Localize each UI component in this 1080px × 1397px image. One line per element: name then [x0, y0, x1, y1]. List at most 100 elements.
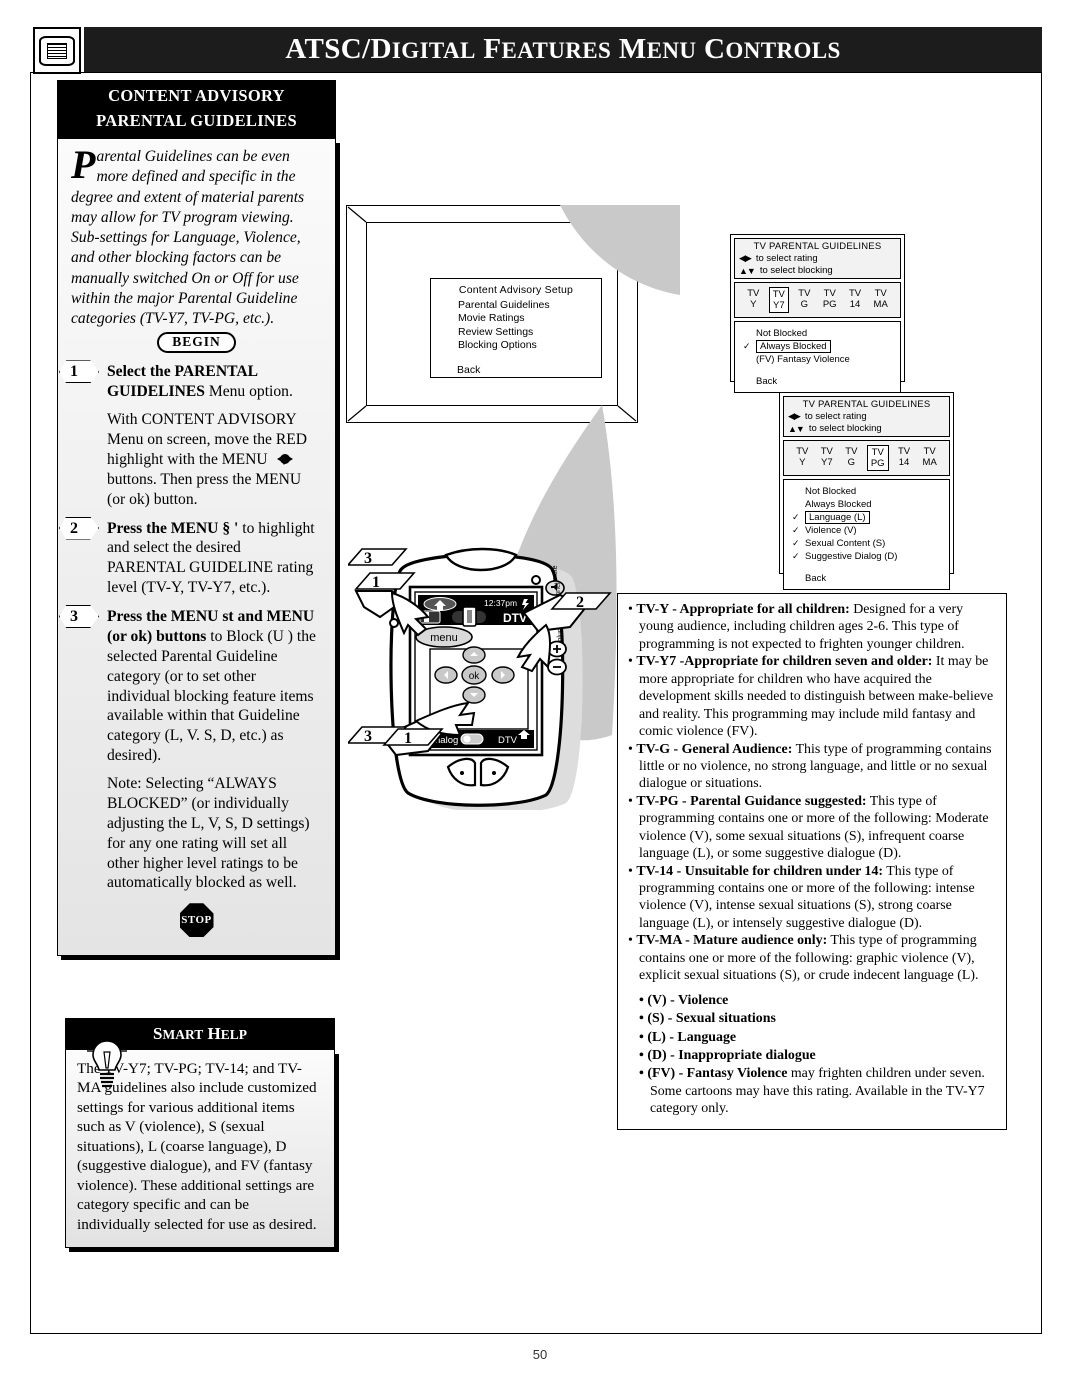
desc-tv-y: • TV-Y - Appropriate for all children: D…	[628, 602, 965, 652]
intro-dropcap: P	[71, 142, 96, 187]
intro-paragraph: Parental Guidelines can be even more def…	[71, 142, 322, 329]
osd-panel-tv-guidelines-1: TV PARENTAL GUIDELINES ◀▶ to select rati…	[730, 234, 905, 393]
panelB-rating-row: TV Y TV Y7 TV G TV PG TV 14 TV MA	[783, 440, 950, 476]
option-language[interactable]: ✓ Language (L)	[792, 511, 941, 524]
panelA-hint-rating: ◀▶ to select rating	[739, 253, 896, 264]
option-sexual-content[interactable]: ✓ Sexual Content (S)	[792, 537, 941, 550]
panelA-option-list: Not Blocked ✓ Always Blocked (FV) Fantasy…	[739, 324, 896, 390]
rating-tv-y[interactable]: TV Y	[793, 445, 811, 471]
page-title: ATSC/DIGITAL FEATURES MENU CONTROLS	[285, 33, 841, 65]
step-2-bold: Press the MENU § '	[107, 519, 239, 537]
panelA-ratings: TV Y TV Y7 TV G TV PG TV 14 TV MA	[739, 285, 896, 315]
procedure-header: CONTENT ADVISORY PARENTAL GUIDELINES	[57, 80, 336, 139]
panelA-hint-blocking: ▲▼ to select blocking	[739, 265, 896, 276]
check-icon: ✓	[792, 538, 800, 548]
panelB-hint-rating-label: to select rating	[804, 411, 867, 422]
desc-tv-ma: • TV-MA - Mature audience only: This typ…	[628, 933, 979, 984]
rating-tv-pg[interactable]: TV PG	[866, 445, 889, 471]
osd-item-review-settings[interactable]: Review Settings	[457, 326, 601, 340]
step-1: 1 Select the PARENTAL GUIDELINES Menu op…	[59, 360, 322, 509]
mute-label: mute	[552, 565, 559, 581]
option-violence[interactable]: ✓ Violence (V)	[792, 524, 941, 537]
page-number: 50	[532, 1347, 548, 1362]
panelB-hint-rating: ◀▶ to select rating	[788, 411, 945, 422]
panelB-options: Not Blocked Always Blocked ✓ Language (L)…	[783, 479, 950, 590]
smart-help-title: SMART HELP	[153, 1024, 247, 1043]
stop-badge: STOP	[179, 903, 214, 938]
tv-icon-screen	[39, 35, 75, 66]
abbr-fantasy-violence-label: (FV) - Fantasy Violence	[647, 1066, 788, 1082]
option-fantasy-violence[interactable]: (FV) Fantasy Violence	[743, 353, 892, 366]
begin-badge: BEGIN	[157, 332, 236, 354]
rating-tv-y[interactable]: TV Y	[744, 287, 762, 313]
callout-2-label: 2	[576, 594, 584, 611]
panelB-header: TV PARENTAL GUIDELINES ◀▶ to select rati…	[783, 396, 950, 437]
panelA-options: Not Blocked ✓ Always Blocked (FV) Fantasy…	[734, 321, 901, 393]
callout-3a	[346, 548, 408, 566]
desc-tv-g-bold: TV-G - General Audience:	[636, 741, 793, 757]
desc-tv-y7: • TV-Y7 -Appropriate for children seven …	[628, 654, 994, 740]
check-icon: ✓	[743, 341, 751, 351]
step-3-note: Note: Selecting “ALWAYS BLOCKED” (or ind…	[107, 775, 310, 892]
rating-tv-14[interactable]: TV 14	[895, 445, 913, 471]
panelA-rating-row: TV Y TV Y7 TV G TV PG TV 14 TV MA	[734, 282, 901, 318]
osd-item-parental-guidelines-label: Parental Guidelines	[458, 298, 550, 311]
rating-tv-g[interactable]: TV G	[842, 445, 860, 471]
panelB-option-list: Not Blocked Always Blocked ✓ Language (L)…	[788, 482, 945, 587]
abbr-dialogue: • (D) - Inappropriate dialogue	[639, 1047, 816, 1063]
step-3-bold: Press the MENU st	[107, 608, 234, 626]
panelA-hint-blocking-label: to select blocking	[759, 265, 833, 276]
step-3-text: Press the MENU st and MENU (or ok) butto…	[107, 607, 322, 766]
option-always-blocked[interactable]: ✓ Always Blocked	[743, 340, 892, 353]
step-1-rest: Menu option.	[204, 383, 293, 401]
rating-tv-ma[interactable]: TV MA	[871, 287, 891, 313]
dpad-icon	[274, 452, 296, 467]
begin-badge-row: BEGIN	[71, 332, 322, 354]
tv-screen-icon	[33, 27, 81, 74]
option-not-blocked[interactable]: Not Blocked	[743, 327, 892, 340]
panelA-title: TV PARENTAL GUIDELINES	[753, 241, 882, 252]
remote-led	[531, 575, 541, 585]
desc-tv-y-bold: TV-Y - Appropriate for all children:	[636, 602, 850, 617]
desc-tv-y7-bold: TV-Y7 -Appropriate for children seven an…	[636, 654, 933, 670]
panelA-back[interactable]: Back	[743, 375, 892, 388]
desc-tv-14: • TV-14 - Unsuitable for children under …	[628, 863, 975, 931]
option-not-blocked[interactable]: Not Blocked	[792, 485, 941, 498]
page-title-bar: ATSC/DIGITAL FEATURES MENU CONTROLS	[84, 27, 1042, 72]
panelB-title: TV PARENTAL GUIDELINES	[802, 399, 931, 410]
osd-menu-title: Content Advisory Setup	[458, 284, 574, 296]
panelB-back[interactable]: Back	[792, 572, 941, 585]
desc-tv-pg: • TV-PG - Parental Guidance suggested: T…	[628, 793, 989, 862]
check-icon: ✓	[792, 551, 800, 561]
step-2-text: Press the MENU § ' to highlight and sele…	[107, 519, 322, 599]
osd-item-back[interactable]: Back	[431, 364, 601, 378]
step-1-heading: Select the PARENTAL GUIDELINES Menu opti…	[107, 362, 322, 402]
abbr-dialogue-label: (D) - Inappropriate dialogue	[647, 1047, 816, 1063]
check-icon: ✓	[792, 525, 800, 535]
up-down-arrow-icon: ▲▼	[739, 265, 756, 276]
abbr-violence: • (V) - Violence	[639, 992, 729, 1008]
rating-tv-y7[interactable]: TV Y7	[768, 287, 789, 313]
callout-1a-label: 1	[372, 574, 380, 591]
abbr-language: • (L) - Language	[639, 1029, 737, 1045]
rating-tv-g[interactable]: TV G	[795, 287, 813, 313]
option-suggestive-dialog[interactable]: ✓ Suggestive Dialog (D)	[792, 550, 941, 563]
callout-3b-label: 3	[364, 728, 372, 745]
osd-content-advisory-menu: Content Advisory Setup Parental Guidelin…	[430, 278, 602, 378]
rating-tv-pg[interactable]: TV PG	[820, 287, 840, 313]
step-3-rest: to Block (U ) the selected Parental Guid…	[107, 627, 316, 765]
osd-item-blocking-options[interactable]: Blocking Options	[457, 339, 601, 353]
callout-3a-label: 3	[364, 550, 372, 567]
desc-tv-ma-bold: TV-MA - Mature audience only:	[636, 933, 828, 949]
check-icon: ✓	[792, 512, 800, 522]
step-2-number: 2	[59, 516, 99, 540]
rating-tv-ma[interactable]: TV MA	[920, 445, 940, 471]
rating-tv-14[interactable]: TV 14	[846, 287, 864, 313]
osd-item-parental-guidelines[interactable]: Parental Guidelines	[457, 299, 601, 313]
intro-text: arental Guidelines can be even more defi…	[71, 148, 305, 328]
option-always-blocked[interactable]: Always Blocked	[792, 498, 941, 511]
abbr-sexual: • (S) - Sexual situations	[639, 1011, 776, 1027]
rating-tv-y7[interactable]: TV Y7	[818, 445, 836, 471]
desc-tv-pg-bold: TV-PG - Parental Guidance suggested:	[636, 793, 867, 809]
osd-item-movie-ratings[interactable]: Movie Ratings	[457, 312, 601, 326]
